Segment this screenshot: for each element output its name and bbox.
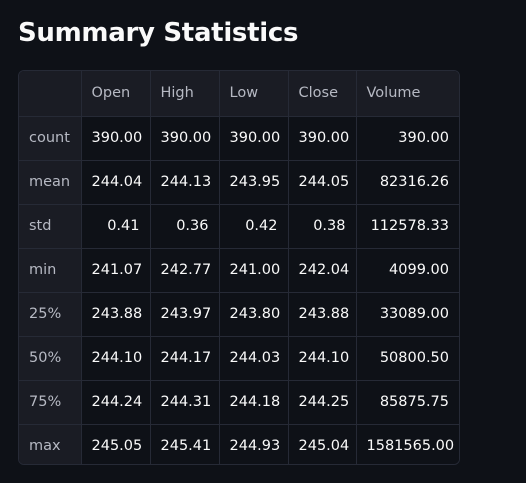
table-cell[interactable]: 243.95	[219, 160, 289, 205]
table-cell[interactable]: 242.77	[150, 248, 220, 293]
table-cell[interactable]: 245.04	[288, 424, 357, 464]
row-label: 50%	[19, 336, 82, 381]
table-cell[interactable]: 33089.00	[356, 292, 459, 337]
table-cell[interactable]: 241.00	[219, 248, 289, 293]
table-row: 25% 243.88 243.97 243.80 243.88 33089.00	[19, 292, 459, 337]
table-cell[interactable]: 243.97	[150, 292, 220, 337]
table-row: std 0.41 0.36 0.42 0.38 112578.33	[19, 204, 459, 249]
table-cell[interactable]: 112578.33	[356, 204, 459, 249]
table-cell[interactable]: 390.00	[356, 116, 459, 161]
table-cell[interactable]: 82316.26	[356, 160, 459, 205]
page-title: Summary Statistics	[18, 18, 299, 48]
table-cell[interactable]: 244.25	[288, 380, 357, 425]
table-cell[interactable]: 390.00	[150, 116, 220, 161]
table-cell[interactable]: 244.17	[150, 336, 220, 381]
table-cell[interactable]: 244.18	[219, 380, 289, 425]
table-cell[interactable]: 244.24	[81, 380, 151, 425]
row-label: count	[19, 116, 82, 161]
index-header	[19, 71, 82, 117]
table-cell[interactable]: 245.41	[150, 424, 220, 464]
table-cell[interactable]: 243.88	[81, 292, 151, 337]
summary-statistics-table[interactable]: Open High Low Close Volume count 390.00 39…	[18, 70, 460, 465]
table-cell[interactable]: 0.38	[288, 204, 357, 249]
column-header-close[interactable]: Close	[288, 71, 357, 117]
table-cell[interactable]: 244.05	[288, 160, 357, 205]
table-cell[interactable]: 4099.00	[356, 248, 459, 293]
table-row: count 390.00 390.00 390.00 390.00 390.00	[19, 116, 459, 161]
row-label: max	[19, 424, 82, 464]
column-header-open[interactable]: Open	[81, 71, 151, 117]
table-cell[interactable]: 244.10	[288, 336, 357, 381]
header-row: Open High Low Close Volume	[19, 71, 459, 117]
table-row: 50% 244.10 244.17 244.03 244.10 50800.50	[19, 336, 459, 381]
table-cell[interactable]: 85875.75	[356, 380, 459, 425]
table-cell[interactable]: 50800.50	[356, 336, 459, 381]
column-header-high[interactable]: High	[150, 71, 220, 117]
table-cell[interactable]: 244.03	[219, 336, 289, 381]
table-cell[interactable]: 390.00	[219, 116, 289, 161]
table-cell[interactable]: 244.31	[150, 380, 220, 425]
table-cell[interactable]: 244.93	[219, 424, 289, 464]
table-cell[interactable]: 390.00	[81, 116, 151, 161]
table-cell[interactable]: 390.00	[288, 116, 357, 161]
table-cell[interactable]: 0.42	[219, 204, 289, 249]
table-cell[interactable]: 0.41	[81, 204, 151, 249]
row-label: 75%	[19, 380, 82, 425]
table-row: 75% 244.24 244.31 244.18 244.25 85875.75	[19, 380, 459, 425]
table-cell[interactable]: 241.07	[81, 248, 151, 293]
column-header-volume[interactable]: Volume	[356, 71, 459, 117]
table-cell[interactable]: 244.10	[81, 336, 151, 381]
table-cell[interactable]: 244.13	[150, 160, 220, 205]
table-row: mean 244.04 244.13 243.95 244.05 82316.26	[19, 160, 459, 205]
row-label: min	[19, 248, 82, 293]
table-cell[interactable]: 1581565.00	[356, 424, 459, 464]
table-cell[interactable]: 244.04	[81, 160, 151, 205]
table-cell[interactable]: 245.05	[81, 424, 151, 464]
data-table: Open High Low Close Volume count 390.00 39…	[19, 71, 459, 464]
row-label: mean	[19, 160, 82, 205]
table-cell[interactable]: 243.88	[288, 292, 357, 337]
row-label: std	[19, 204, 82, 249]
column-header-low[interactable]: Low	[219, 71, 289, 117]
table-cell[interactable]: 243.80	[219, 292, 289, 337]
row-label: 25%	[19, 292, 82, 337]
table-row: max 245.05 245.41 244.93 245.04 1581565.00	[19, 424, 459, 464]
table-cell[interactable]: 242.04	[288, 248, 357, 293]
table-row: min 241.07 242.77 241.00 242.04 4099.00	[19, 248, 459, 293]
table-cell[interactable]: 0.36	[150, 204, 220, 249]
